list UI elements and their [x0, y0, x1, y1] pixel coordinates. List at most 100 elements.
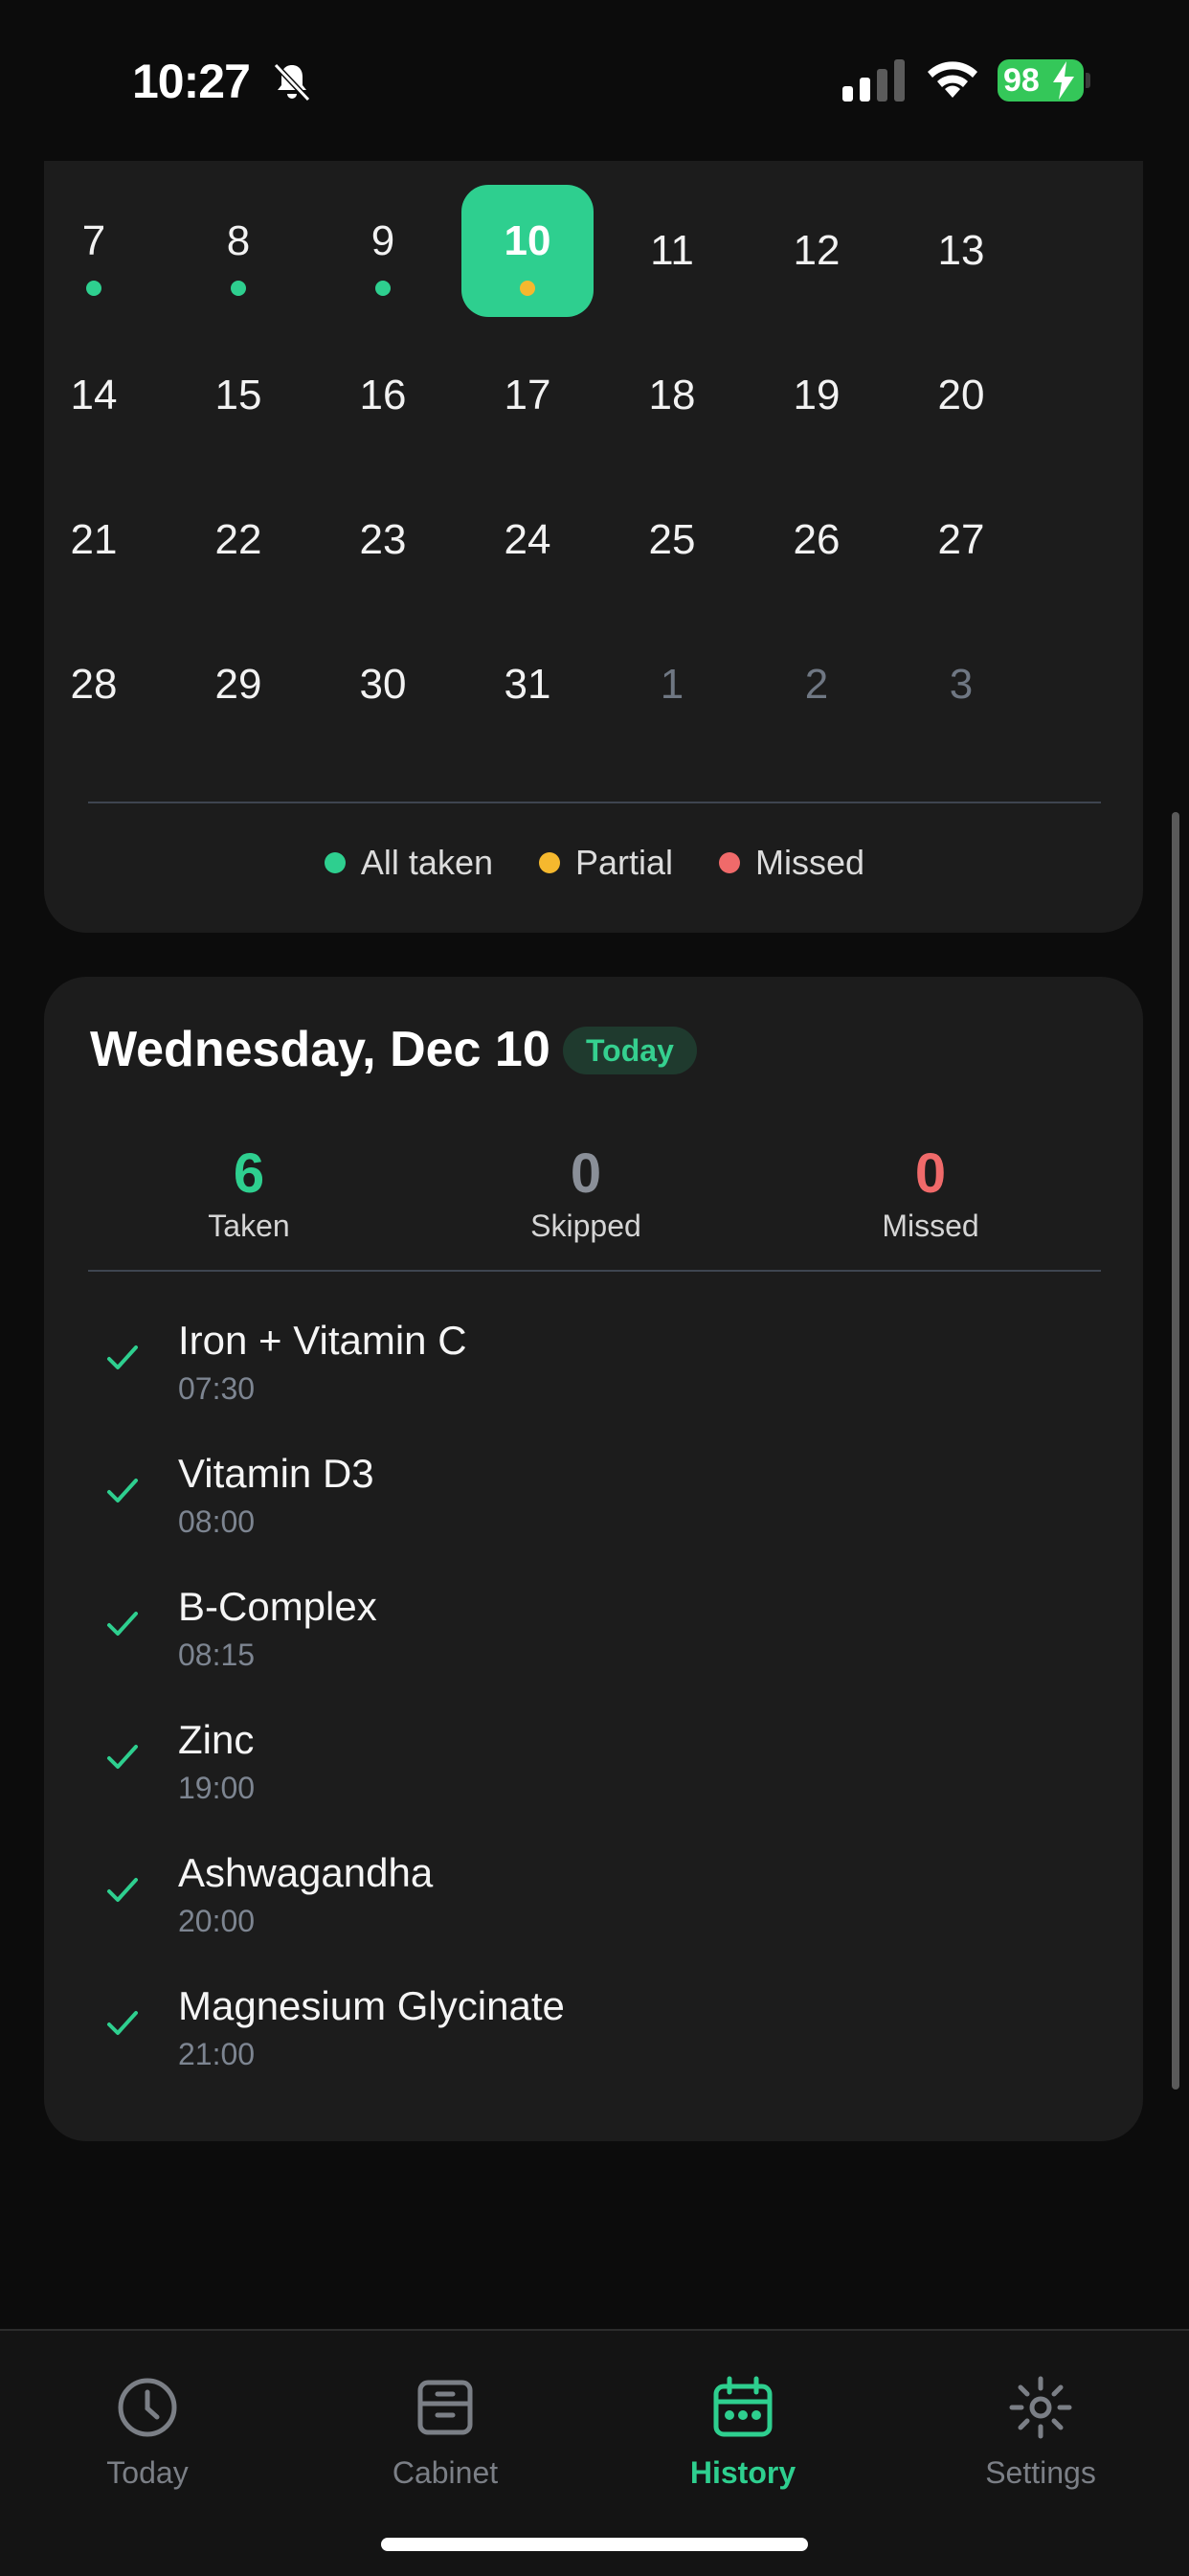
medication-row[interactable]: Iron + Vitamin C 07:30: [44, 1297, 1143, 1430]
calendar-day-number: 14: [70, 372, 118, 418]
check-icon: [107, 1745, 138, 1769]
status-dot-partial: [520, 281, 535, 296]
calendar-day-number: 10: [504, 217, 551, 264]
tab-label: Today: [106, 2455, 189, 2490]
bell-muted-icon: [273, 62, 311, 102]
cabinet-icon: [417, 2380, 473, 2435]
calendar-day[interactable]: 27: [895, 474, 1027, 606]
check-icon: [107, 1345, 138, 1369]
stat-missed-label: Missed: [882, 1209, 979, 1243]
calendar-day[interactable]: 7: [28, 185, 160, 317]
calendar-divider: [88, 802, 1101, 803]
calendar-day[interactable]: 3: [895, 619, 1027, 751]
status-time: 10:27: [132, 55, 251, 108]
calendar-day-number: 8: [226, 217, 251, 264]
tab-label: History: [689, 2455, 796, 2490]
medication-time: 08:15: [178, 1638, 256, 1672]
calendar-day[interactable]: 1: [606, 619, 738, 751]
calendar-day-number: 23: [359, 516, 407, 563]
stats-divider: [88, 1270, 1101, 1272]
stat-missed: 0 Missed: [787, 1145, 1074, 1244]
medication-time: 19:00: [178, 1771, 256, 1805]
check-icon: [107, 1612, 138, 1636]
legend-label: Partial: [575, 843, 674, 882]
cellular-signal-icon: [842, 59, 905, 102]
calendar-day-number: 27: [937, 516, 985, 563]
legend-label: Missed: [755, 843, 865, 882]
stat-taken: 6 Taken: [105, 1145, 393, 1244]
calendar-day[interactable]: 8: [172, 185, 304, 317]
calendar-day-number: 29: [214, 661, 262, 708]
calendar-day[interactable]: 29: [172, 619, 304, 751]
tab-label: Settings: [985, 2455, 1096, 2490]
calendar-day[interactable]: 13: [895, 185, 1027, 317]
calendar-day[interactable]: 15: [172, 329, 304, 462]
calendar-day-number: 13: [937, 227, 985, 274]
stat-skipped: 0 Skipped: [442, 1145, 729, 1244]
calendar-day-number: 15: [214, 372, 262, 418]
tab-today[interactable]: Today: [33, 2373, 262, 2491]
wifi-icon: [928, 61, 977, 98]
scrollbar[interactable]: [1172, 812, 1179, 2090]
calendar-day-number: 21: [70, 516, 118, 563]
gear-icon: [1009, 2376, 1072, 2439]
calendar-day-number: 7: [81, 217, 106, 264]
calendar-day[interactable]: 19: [751, 329, 883, 462]
calendar-day-number: 17: [504, 372, 551, 418]
legend-all-taken: All taken: [324, 843, 493, 883]
calendar-day[interactable]: 16: [317, 329, 449, 462]
calendar-icon: [713, 2376, 773, 2437]
battery-cap: [1086, 73, 1090, 88]
today-badge: Today: [563, 1027, 697, 1074]
medication-row[interactable]: Magnesium Glycinate 21:00: [44, 1962, 1143, 2095]
calendar-day[interactable]: 25: [606, 474, 738, 606]
tab-history[interactable]: History: [628, 2373, 858, 2491]
calendar-day-number: 26: [793, 516, 841, 563]
stat-skipped-label: Skipped: [530, 1209, 641, 1243]
calendar-day-number: 20: [937, 372, 985, 418]
medication-row[interactable]: Vitamin D3 08:00: [44, 1430, 1143, 1563]
calendar-day[interactable]: 14: [28, 329, 160, 462]
calendar-day[interactable]: 2: [751, 619, 883, 751]
medication-row[interactable]: Zinc 19:00: [44, 1696, 1143, 1829]
stat-missed-value: 0: [914, 1142, 947, 1205]
calendar-day[interactable]: 18: [606, 329, 738, 462]
check-icon: [107, 1479, 138, 1503]
calendar-day-number: 1: [660, 661, 684, 708]
calendar-day-number: 31: [504, 661, 551, 708]
calendar-day[interactable]: 10: [461, 185, 594, 317]
tab-label: Cabinet: [392, 2455, 499, 2490]
calendar-day[interactable]: 24: [461, 474, 594, 606]
medication-name: Ashwagandha: [178, 1850, 434, 1895]
clock-icon: [118, 2378, 177, 2437]
calendar-day[interactable]: 23: [317, 474, 449, 606]
calendar-day[interactable]: 12: [751, 185, 883, 317]
calendar-day-number: 25: [648, 516, 696, 563]
calendar-day-number: 24: [504, 516, 551, 563]
tab-cabinet[interactable]: Cabinet: [330, 2373, 560, 2491]
calendar-day[interactable]: 26: [751, 474, 883, 606]
calendar-day[interactable]: 20: [895, 329, 1027, 462]
medication-row[interactable]: B-Complex 08:15: [44, 1563, 1143, 1696]
check-icon: [107, 2011, 138, 2035]
calendar-day[interactable]: 9: [317, 185, 449, 317]
calendar-day[interactable]: 31: [461, 619, 594, 751]
status-dot-taken: [86, 281, 101, 296]
calendar-day-number: 28: [70, 661, 118, 708]
medication-row[interactable]: Ashwagandha 20:00: [44, 1829, 1143, 1962]
calendar-day[interactable]: 30: [317, 619, 449, 751]
status-bar: 10:27 98: [0, 0, 1189, 161]
calendar-day-number: 12: [793, 227, 841, 274]
legend-missed: Missed: [719, 843, 864, 883]
calendar-day[interactable]: 22: [172, 474, 304, 606]
medication-time: 20:00: [178, 1904, 256, 1938]
calendar-day[interactable]: 28: [28, 619, 160, 751]
tab-settings[interactable]: Settings: [926, 2373, 1155, 2491]
day-title: Wednesday, Dec 10: [90, 1022, 550, 1077]
medication-time: 21:00: [178, 2037, 256, 2071]
calendar-day[interactable]: 21: [28, 474, 160, 606]
calendar-day[interactable]: 17: [461, 329, 594, 462]
calendar-day[interactable]: 11: [606, 185, 738, 317]
medication-time: 08:00: [178, 1504, 256, 1539]
legend-dot-missed: [719, 852, 741, 873]
